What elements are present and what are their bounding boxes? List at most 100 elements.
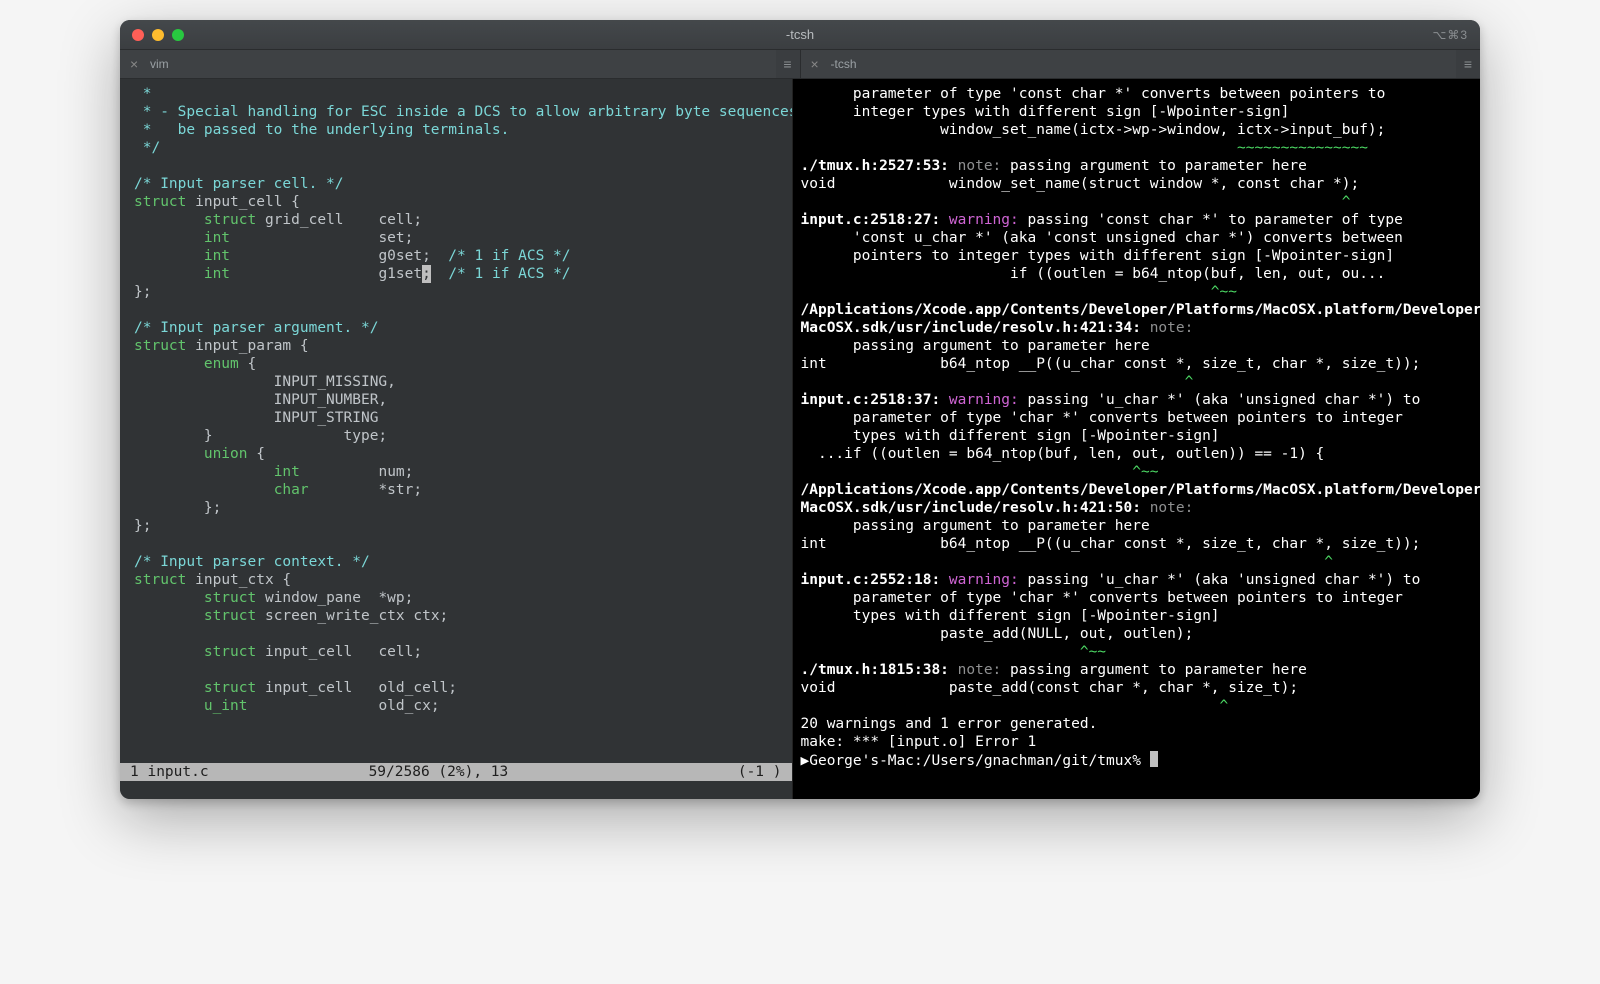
code-line: int g0set; /* 1 if ACS */ xyxy=(134,247,778,265)
hamburger-icon[interactable]: ≡ xyxy=(1456,56,1480,72)
code-line: u_int old_cx; xyxy=(134,697,778,715)
output-line: /Applications/Xcode.app/Contents/Develop… xyxy=(801,301,1473,319)
output-line: ^~~ xyxy=(801,463,1473,481)
terminal-window: -tcsh ⌥⌘3 × vim ≡ × -tcsh ≡ * * - Specia… xyxy=(120,20,1480,799)
close-icon[interactable]: × xyxy=(130,57,144,71)
output-line: input.c:2518:27: warning: passing 'const… xyxy=(801,211,1473,229)
output-line: ./tmux.h:2527:53: note: passing argument… xyxy=(801,157,1473,175)
code-line: union { xyxy=(134,445,778,463)
vim-buffer[interactable]: * * - Special handling for ESC inside a … xyxy=(120,79,792,763)
vim-commandline[interactable] xyxy=(120,781,792,799)
tab-label: -tcsh xyxy=(831,57,857,71)
close-icon[interactable]: × xyxy=(811,57,825,71)
output-line: /Applications/Xcode.app/Contents/Develop… xyxy=(801,481,1473,499)
output-line: ^~~ xyxy=(801,283,1473,301)
code-line: }; xyxy=(134,517,778,535)
output-line: ./tmux.h:1815:38: note: passing argument… xyxy=(801,661,1473,679)
output-line: 'const u_char *' (aka 'const unsigned ch… xyxy=(801,229,1473,247)
status-filename: 1 input.c xyxy=(130,763,209,781)
code-line: * - Special handling for ESC inside a DC… xyxy=(134,103,778,121)
code-line: enum { xyxy=(134,355,778,373)
output-line: input.c:2518:37: warning: passing 'u_cha… xyxy=(801,391,1473,409)
code-line: char *str; xyxy=(134,481,778,499)
hamburger-icon[interactable]: ≡ xyxy=(776,56,800,72)
code-line xyxy=(134,535,778,553)
code-line: }; xyxy=(134,499,778,517)
titlebar[interactable]: -tcsh ⌥⌘3 xyxy=(120,20,1480,50)
output-line: parameter of type 'char *' converts betw… xyxy=(801,589,1473,607)
code-line: struct window_pane *wp; xyxy=(134,589,778,607)
output-line: ^ xyxy=(801,373,1473,391)
output-line: input.c:2552:18: warning: passing 'u_cha… xyxy=(801,571,1473,589)
code-line: struct grid_cell cell; xyxy=(134,211,778,229)
window-number-indicator: ⌥⌘3 xyxy=(1432,28,1468,42)
output-line: MacOSX.sdk/usr/include/resolv.h:421:50: … xyxy=(801,499,1473,517)
code-line: */ xyxy=(134,139,778,157)
vim-statusline: 1 input.c 59/2586 (2%), 13 (-1 ) xyxy=(120,763,792,781)
code-line: INPUT_STRING xyxy=(134,409,778,427)
output-line: make: *** [input.o] Error 1 xyxy=(801,733,1473,751)
code-line: int set; xyxy=(134,229,778,247)
window-title: -tcsh xyxy=(786,27,814,42)
code-line: INPUT_MISSING, xyxy=(134,373,778,391)
output-line: types with different sign [-Wpointer-sig… xyxy=(801,427,1473,445)
output-line: paste_add(NULL, out, outlen); xyxy=(801,625,1473,643)
code-line: struct input_ctx { xyxy=(134,571,778,589)
code-line: /* Input parser argument. */ xyxy=(134,319,778,337)
output-line: if ((outlen = b64_ntop(buf, len, out, ou… xyxy=(801,265,1473,283)
code-line: }; xyxy=(134,283,778,301)
code-line: } type; xyxy=(134,427,778,445)
code-line xyxy=(134,661,778,679)
code-line: /* Input parser cell. */ xyxy=(134,175,778,193)
tab-vim[interactable]: × vim xyxy=(120,50,776,78)
code-line: struct input_cell cell; xyxy=(134,643,778,661)
output-line: parameter of type 'char *' converts betw… xyxy=(801,409,1473,427)
output-line: void paste_add(const char *, char *, siz… xyxy=(801,679,1473,697)
code-line xyxy=(134,625,778,643)
code-line: * be passed to the underlying terminals. xyxy=(134,121,778,139)
code-line xyxy=(134,157,778,175)
traffic-lights xyxy=(132,29,184,41)
tab-tcsh[interactable]: × -tcsh xyxy=(801,50,1457,78)
code-line xyxy=(134,301,778,319)
vim-pane[interactable]: * * - Special handling for ESC inside a … xyxy=(120,79,793,799)
output-line: MacOSX.sdk/usr/include/resolv.h:421:34: … xyxy=(801,319,1473,337)
output-line: ^ xyxy=(801,697,1473,715)
code-line: int g1set; /* 1 if ACS */ xyxy=(134,265,778,283)
output-line: ^~~ xyxy=(801,643,1473,661)
output-line: ...if ((outlen = b64_ntop(buf, len, out,… xyxy=(801,445,1473,463)
code-line: struct input_cell { xyxy=(134,193,778,211)
output-line: void window_set_name(struct window *, co… xyxy=(801,175,1473,193)
code-line: INPUT_NUMBER, xyxy=(134,391,778,409)
tab-label: vim xyxy=(150,57,169,71)
output-line: passing argument to parameter here xyxy=(801,337,1473,355)
status-right: (-1 ) xyxy=(738,763,782,781)
status-position: 59/2586 (2%), 13 xyxy=(209,763,738,781)
output-line: integer types with different sign [-Wpoi… xyxy=(801,103,1473,121)
output-line: int b64_ntop __P((u_char const *, size_t… xyxy=(801,535,1473,553)
zoom-icon[interactable] xyxy=(172,29,184,41)
code-line: struct input_cell old_cell; xyxy=(134,679,778,697)
split-panes: * * - Special handling for ESC inside a … xyxy=(120,79,1480,799)
code-line: struct input_param { xyxy=(134,337,778,355)
output-line: types with different sign [-Wpointer-sig… xyxy=(801,607,1473,625)
code-line: int num; xyxy=(134,463,778,481)
output-line: pointers to integer types with different… xyxy=(801,247,1473,265)
tabbar: × vim ≡ × -tcsh ≡ xyxy=(120,50,1480,79)
shell-prompt[interactable]: ▶George's-Mac:/Users/gnachman/git/tmux% xyxy=(801,751,1473,770)
output-line: window_set_name(ictx->wp->window, ictx->… xyxy=(801,121,1473,139)
close-icon[interactable] xyxy=(132,29,144,41)
output-line: parameter of type 'const char *' convert… xyxy=(801,85,1473,103)
output-line: ^ xyxy=(801,193,1473,211)
code-line: struct screen_write_ctx ctx; xyxy=(134,607,778,625)
output-line: int b64_ntop __P((u_char const *, size_t… xyxy=(801,355,1473,373)
code-line: /* Input parser context. */ xyxy=(134,553,778,571)
shell-pane[interactable]: parameter of type 'const char *' convert… xyxy=(793,79,1481,799)
code-line: * xyxy=(134,85,778,103)
output-line: ~~~~~~~~~~~~~~~ xyxy=(801,139,1473,157)
output-line: ^ xyxy=(801,553,1473,571)
cursor xyxy=(1150,751,1158,767)
output-line: 20 warnings and 1 error generated. xyxy=(801,715,1473,733)
minimize-icon[interactable] xyxy=(152,29,164,41)
output-line: passing argument to parameter here xyxy=(801,517,1473,535)
